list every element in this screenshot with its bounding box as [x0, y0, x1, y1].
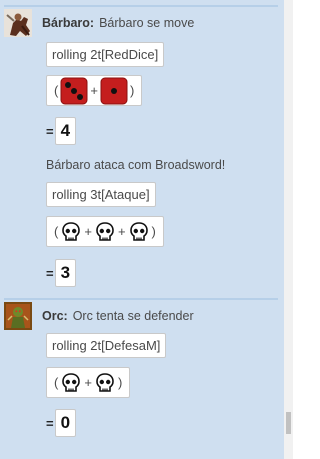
vertical-scrollbar[interactable] — [284, 0, 293, 459]
chat-log: Bárbaro: Bárbaro se move rolling 2t[RedDi… — [0, 0, 284, 459]
paren-open: ( — [54, 83, 59, 98]
red-die-three-pips-icon — [60, 77, 88, 105]
plus-sign: + — [84, 375, 92, 390]
dice-results: ( + ) — [46, 75, 143, 106]
roll-result: = 4 — [46, 117, 77, 145]
paren-close: ) — [151, 224, 156, 239]
equals-sign: = — [46, 123, 54, 139]
roll-total: 4 — [54, 117, 77, 145]
plus-sign: + — [90, 83, 98, 98]
roll-command: rolling 2t[DefesaM] — [46, 333, 167, 358]
equals-sign: = — [46, 415, 54, 431]
paren-open: ( — [54, 224, 59, 239]
author-name: Bárbaro: — [42, 16, 95, 30]
skull-icon — [94, 221, 116, 243]
skull-icon — [60, 372, 82, 394]
paren-open: ( — [54, 375, 59, 390]
roll-total: 3 — [54, 259, 77, 287]
paren-close: ) — [129, 83, 135, 98]
message-header: Bárbaro: Bárbaro se move — [42, 16, 194, 30]
message-divider — [4, 298, 278, 300]
roll-result: = 3 — [46, 259, 77, 287]
message-divider — [4, 5, 278, 7]
dice-results: ( + ) — [46, 367, 131, 398]
skull-icon — [128, 221, 150, 243]
dice-results: ( + + ) — [46, 216, 164, 247]
barbarian-avatar — [4, 9, 32, 37]
scrollbar-thumb[interactable] — [286, 412, 291, 434]
roll-result: = 0 — [46, 409, 77, 437]
skull-icon — [94, 372, 116, 394]
plus-sign: + — [84, 224, 92, 239]
roll-command: rolling 2t[RedDice] — [46, 42, 165, 67]
red-die-one-pip-icon — [100, 77, 128, 105]
roll-total: 0 — [54, 409, 77, 437]
equals-sign: = — [46, 265, 54, 281]
plus-sign: + — [117, 224, 126, 239]
roll-command: rolling 3t[Ataque] — [46, 182, 156, 207]
message-header: Orc: Orc tenta se defender — [42, 309, 194, 323]
narration-text: Bárbaro ataca com Broadsword! — [46, 158, 226, 172]
message-text: Orc tenta se defender — [72, 309, 194, 323]
paren-close: ) — [117, 375, 123, 390]
message-text: Bárbaro se move — [99, 16, 195, 30]
author-name: Orc: — [42, 309, 68, 323]
skull-icon — [60, 221, 82, 243]
orc-avatar — [4, 302, 32, 330]
